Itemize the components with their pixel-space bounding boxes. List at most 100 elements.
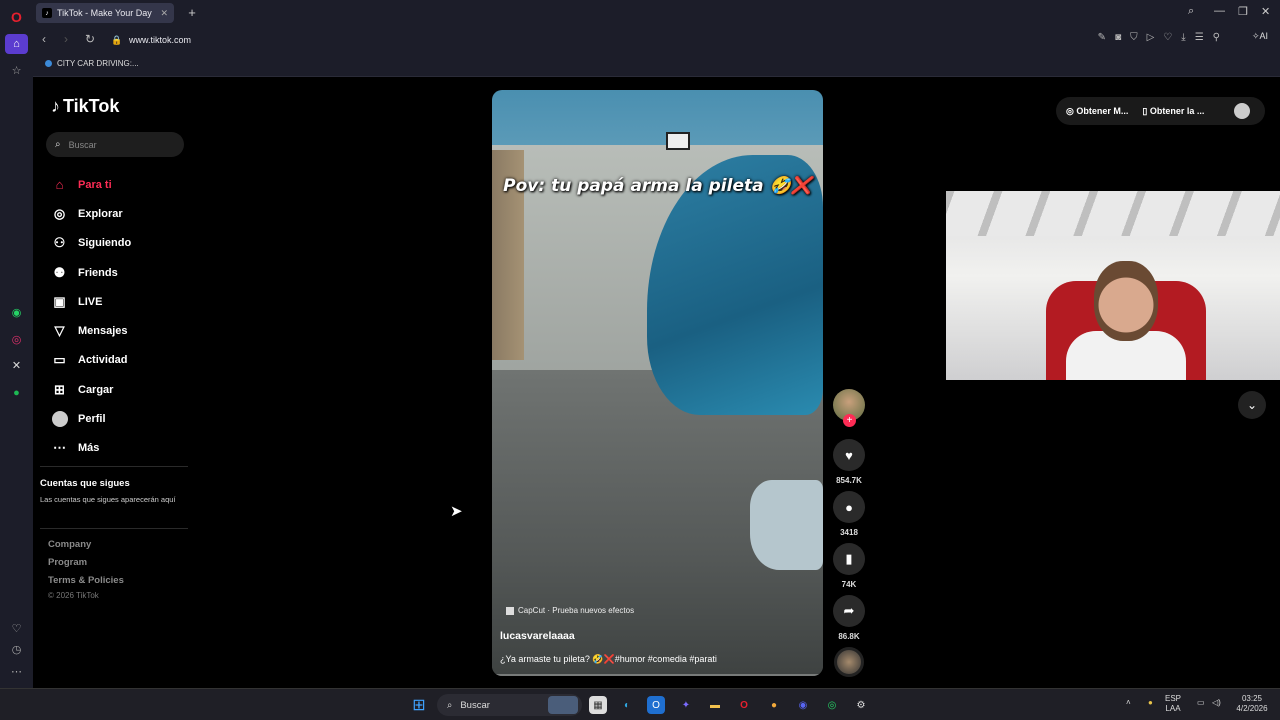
windows-start-icon[interactable]: ⊞ [410, 696, 428, 714]
search-tabs-icon[interactable]: ⌕ [1188, 5, 1194, 18]
x-icon[interactable]: ✕ [8, 357, 25, 374]
next-video-chevron-icon[interactable]: ⌄ [1238, 391, 1266, 419]
menu-label: Para ti [78, 178, 112, 191]
clock-date: 4/2/2026 [1236, 704, 1268, 713]
comment-count: 3418 [840, 528, 858, 537]
opera-logo-icon[interactable]: O [8, 8, 25, 25]
download-icon[interactable]: ⤓ [1181, 32, 1185, 43]
forward-icon[interactable]: › [64, 32, 68, 46]
menu-item-friends[interactable]: ⚉ Friends [51, 258, 131, 287]
video-player[interactable]: Pov: tu papá arma la pileta 🤣❌ CapCut · … [492, 90, 823, 676]
bookmark-item[interactable]: CITY CAR DRIVING:... [45, 59, 139, 68]
save-button[interactable]: ▮ [833, 543, 865, 575]
tiktok-note-icon: ♪ [51, 96, 60, 116]
edit-icon[interactable]: ✎ [1098, 32, 1106, 43]
language-indicator[interactable]: ESP LAA [1165, 694, 1181, 714]
following-heading: Cuentas que sigues [40, 478, 130, 489]
restore-icon[interactable]: ❐ [1238, 5, 1248, 18]
volume-icon[interactable]: ◁) [1212, 698, 1221, 708]
star-icon[interactable]: ☆ [8, 62, 25, 79]
close-window-icon[interactable]: ✕ [1261, 5, 1270, 18]
profile-icon[interactable]: ⚲ [1213, 32, 1220, 43]
upload-plus-icon: ⊞ [54, 381, 65, 397]
footer-terms-link[interactable]: Terms & Policies [48, 575, 124, 586]
chevron-up-icon[interactable]: ˄ [1126, 698, 1131, 708]
follow-plus-icon[interactable]: + [843, 414, 856, 427]
bookmark-favicon-icon [45, 60, 52, 67]
menu-label: Friends [78, 266, 118, 279]
video-description: ¿Ya armaste tu pileta? 🤣❌#humor #comedia… [500, 654, 717, 664]
back-icon[interactable]: ‹ [42, 32, 46, 46]
like-count: 854.7K [836, 476, 862, 485]
whatsapp-icon[interactable]: ◎ [823, 696, 841, 714]
reload-icon[interactable]: ↻ [85, 32, 95, 46]
mouse-cursor-icon: ➤ [450, 503, 463, 520]
history-icon[interactable]: ◷ [8, 641, 25, 658]
menu-item-para-ti[interactable]: ⌂ Para ti [51, 170, 131, 199]
get-app-button[interactable]: ▯ Obtener la ... [1142, 106, 1204, 117]
profile-avatar[interactable] [1234, 103, 1250, 119]
menu-item-actividad[interactable]: ▭ Actividad [51, 346, 131, 375]
video-progress-bar[interactable] [496, 674, 819, 676]
steam-icon[interactable]: ⚙ [852, 696, 870, 714]
menu-item-siguiendo[interactable]: ⚇ Siguiendo [51, 229, 132, 258]
comment-icon: ● [845, 499, 853, 515]
edge-icon[interactable]: ◐ [618, 696, 636, 714]
tiktok-brand: TikTok [63, 96, 120, 116]
weather-icon[interactable]: ● [765, 696, 783, 714]
capcut-effect-link[interactable]: CapCut · Prueba nuevos efectos [506, 606, 634, 615]
heart-icon[interactable]: ♡ [8, 620, 25, 637]
network-icon[interactable]: ▭ [1197, 698, 1205, 708]
lang-top: ESP [1165, 694, 1182, 703]
video-author[interactable]: lucasvarelaaaa [500, 630, 575, 642]
tiktok-logo[interactable]: ♪ TikTok [51, 96, 119, 117]
menu-item-mas[interactable]: ⋯ Más [51, 434, 131, 463]
like-button[interactable]: ♥ [833, 439, 865, 471]
ai-button[interactable]: ✧AI [1252, 31, 1268, 42]
opera-icon[interactable]: O [735, 696, 753, 714]
minimize-icon[interactable]: — [1214, 5, 1225, 17]
search-input[interactable]: ⌕ Buscar [46, 132, 184, 157]
new-tab-icon[interactable]: + [185, 6, 199, 20]
shield-icon[interactable]: ⛉ [1130, 32, 1138, 43]
menu-item-cargar[interactable]: ⊞ Cargar [51, 375, 131, 404]
home-icon[interactable]: ⌂ [5, 34, 28, 54]
user-follow-icon: ⚇ [53, 235, 66, 251]
more-icon[interactable]: ⋯ [8, 663, 25, 680]
comment-button[interactable]: ● [833, 491, 865, 523]
menu-icon[interactable]: ☰ [1195, 32, 1204, 43]
share-button[interactable]: ➦ [833, 595, 865, 627]
microphone-icon[interactable]: ● [1148, 698, 1153, 708]
get-coins-button[interactable]: ◎ Obtener M... [1066, 106, 1128, 117]
menu-item-perfil[interactable]: Perfil [51, 404, 131, 433]
url-field[interactable]: 🔒 www.tiktok.com [111, 30, 1231, 50]
play-icon[interactable]: ▷ [1147, 32, 1155, 43]
store-icon[interactable]: ▦ [589, 696, 607, 714]
whatsapp-icon[interactable]: ◉ [8, 304, 25, 321]
footer-company-link[interactable]: Company [48, 539, 91, 550]
clock[interactable]: 03:25 4/2/2026 [1232, 694, 1272, 714]
menu-item-live[interactable]: ▣ LIVE [51, 287, 131, 316]
music-disc[interactable] [834, 647, 864, 677]
tab-tiktok[interactable]: ♪ TikTok - Make Your Day ✕ [36, 3, 174, 23]
close-tab-icon[interactable]: ✕ [160, 8, 168, 19]
divider [40, 466, 188, 467]
footer-program-link[interactable]: Program [48, 557, 87, 568]
menu-item-mensajes[interactable]: ▽ Mensajes [51, 316, 131, 345]
spotify-icon[interactable]: ● [8, 384, 25, 401]
discord-icon[interactable]: ◉ [794, 696, 812, 714]
outlook-icon[interactable]: O [647, 696, 665, 714]
camera-icon[interactable]: ◙ [1115, 32, 1121, 43]
main-menu: ⌂ Para ti ◎ Explorar ⚇ Siguiendo ⚉ Friends ▣… [51, 170, 131, 463]
webcam-ceiling [946, 191, 1280, 236]
copilot-icon[interactable]: ✦ [677, 696, 695, 714]
menu-label: Perfil [78, 413, 106, 426]
menu-item-explorar[interactable]: ◎ Explorar [51, 199, 131, 228]
widget-icon[interactable] [548, 696, 578, 714]
folder-icon[interactable]: ▬ [706, 696, 724, 714]
webcam-person [1094, 261, 1158, 341]
bookmark-icon: ▮ [845, 551, 853, 566]
instagram-icon[interactable]: ◎ [8, 331, 25, 348]
menu-label: Mensajes [78, 325, 128, 338]
heart-icon[interactable]: ♡ [1163, 32, 1172, 43]
